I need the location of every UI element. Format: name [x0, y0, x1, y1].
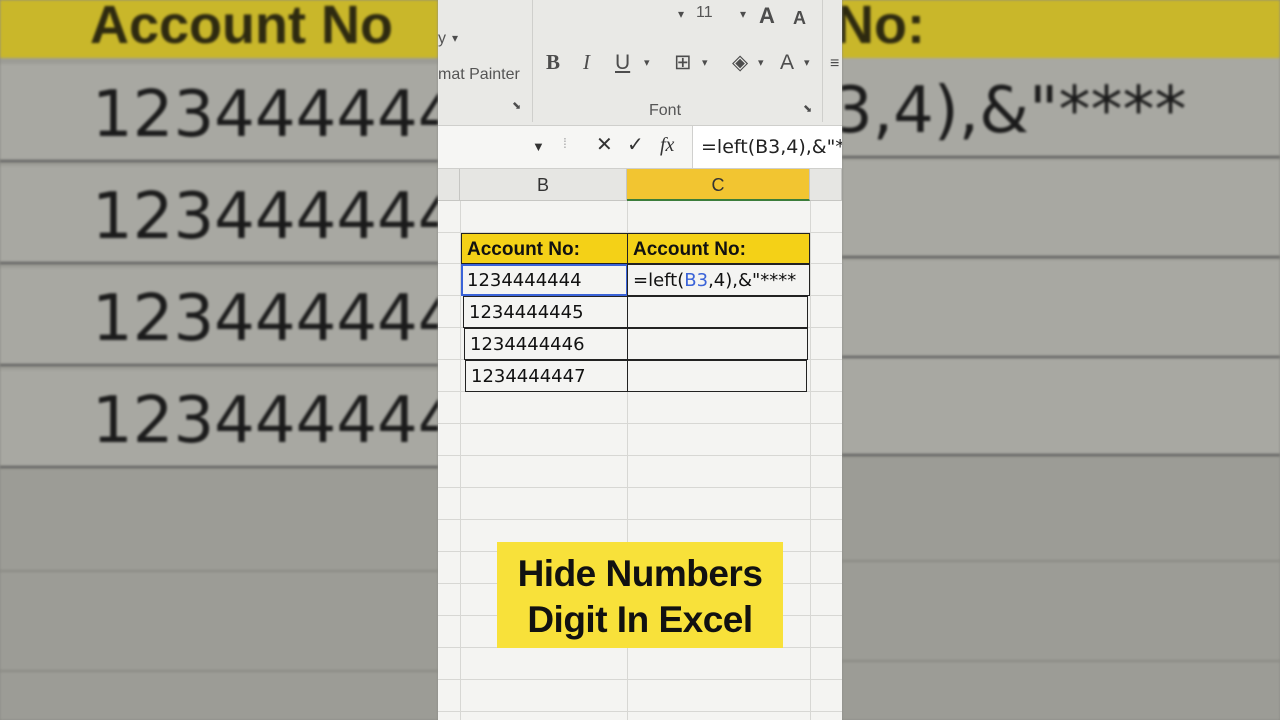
underline-button[interactable]: U [615, 52, 630, 73]
italic-button[interactable]: I [583, 52, 590, 73]
header-cell-b[interactable]: Account No: [461, 233, 628, 264]
insert-function-icon[interactable]: fx [660, 135, 674, 155]
grow-font-icon[interactable]: A [759, 5, 775, 27]
dialog-launcher-icon[interactable]: ⬊ [512, 101, 521, 112]
cancel-icon[interactable]: ✕ [596, 135, 613, 155]
bold-button[interactable]: B [546, 52, 560, 73]
font-dialog-launcher-icon[interactable]: ⬊ [803, 104, 812, 115]
background-row: 1234444444 [0, 64, 438, 162]
caption-line-2: Digit In Excel [527, 599, 753, 640]
header-cell-c[interactable]: Account No: [627, 233, 810, 264]
background-gridline [842, 660, 1280, 662]
background-row [842, 260, 1280, 358]
empty-cell[interactable] [627, 328, 808, 360]
column-header-c[interactable]: C [627, 169, 810, 201]
fill-color-icon[interactable]: ◈ [732, 52, 748, 73]
empty-cell[interactable] [627, 296, 808, 328]
formula-bar-grip-icon: ⁞ [563, 135, 567, 151]
column-header-b[interactable]: B [460, 169, 627, 201]
enter-icon[interactable]: ✓ [627, 135, 644, 155]
font-size-arrow-icon[interactable]: ▾ [740, 8, 746, 20]
account-cell[interactable]: 1234444445 [463, 296, 628, 328]
name-box-dropdown-icon[interactable]: ▼ [532, 140, 545, 153]
background-title: Account No [90, 0, 393, 55]
formula-input[interactable]: =left(B3,4),&"**** [692, 126, 842, 168]
column-headers: B C [438, 169, 842, 201]
font-color-dropdown-icon[interactable]: ▾ [804, 58, 810, 69]
borders-dropdown-icon[interactable]: ▾ [702, 58, 708, 69]
background-zoom-left: Account No 1234444444 1234444444 1234444… [0, 0, 438, 720]
formula-bar: ▼ ⁞ ✕ ✓ fx =left(B3,4),&"**** [438, 125, 842, 169]
background-row: 1234444444 [0, 268, 438, 366]
fill-dropdown-icon[interactable]: ▾ [758, 58, 764, 69]
background-row [842, 160, 1280, 258]
account-cell[interactable]: 1234444446 [464, 328, 628, 360]
background-row: 1234444444 [0, 166, 438, 264]
shrink-font-icon[interactable]: A [793, 9, 806, 27]
ribbon-home: y ▾ mat Painter ⬊ ▾ 11 ▾ A A B I U ▾ ⊞ ▾… [438, 0, 842, 125]
background-title: t No: [842, 0, 925, 55]
background-gridline [0, 570, 438, 572]
font-color-icon[interactable]: A [780, 52, 794, 73]
align-icon[interactable]: ≡ [830, 56, 839, 72]
cell-reference: B3 [684, 270, 709, 291]
background-row: 3,4),&"**** [842, 58, 1280, 158]
account-cell[interactable]: 1234444444 [461, 264, 628, 296]
video-caption: Hide Numbers Digit In Excel [497, 542, 783, 648]
background-row: 1234444444 [0, 370, 438, 468]
ribbon-partial-label: y [438, 30, 446, 47]
background-row [842, 358, 1280, 456]
empty-cell[interactable] [627, 360, 807, 392]
background-zoom-right: t No: 3,4),&"**** [842, 0, 1280, 720]
font-group-label: Font [649, 102, 682, 119]
borders-icon[interactable]: ⊞ [674, 52, 692, 73]
column-header-partial[interactable] [438, 169, 460, 201]
dropdown-arrow-icon[interactable]: ▾ [452, 32, 458, 44]
background-gridline [0, 670, 438, 672]
font-size-box[interactable]: 11 [696, 4, 713, 22]
underline-dropdown-icon[interactable]: ▾ [644, 58, 650, 69]
background-gridline [842, 560, 1280, 562]
group-separator [532, 0, 533, 122]
column-header-partial[interactable] [810, 169, 842, 201]
font-dropdown-arrow-icon[interactable]: ▾ [678, 8, 684, 20]
formula-cell-c3[interactable]: =left(B3,4),&"**** [627, 264, 810, 296]
caption-line-1: Hide Numbers [517, 553, 763, 594]
format-painter-button[interactable]: mat Painter [438, 66, 520, 84]
group-separator [822, 0, 823, 122]
account-cell[interactable]: 1234444447 [465, 360, 628, 392]
